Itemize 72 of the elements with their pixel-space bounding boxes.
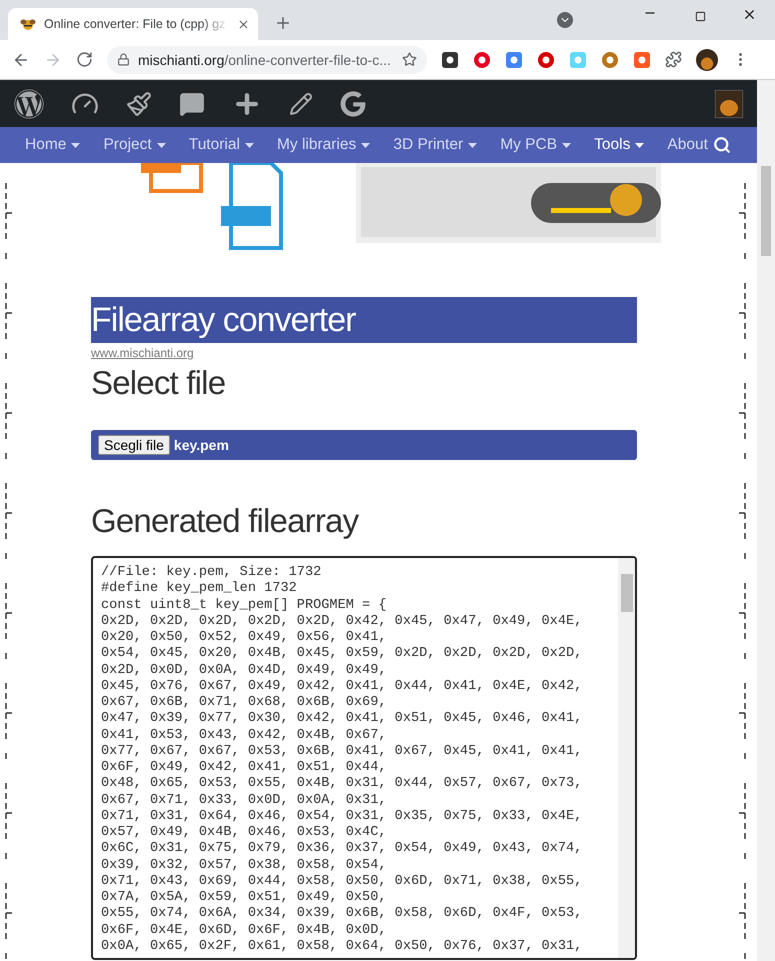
section-heading: Select file	[91, 364, 226, 402]
code-line: 0x57, 0x49, 0x4B, 0x46, 0x53, 0x4C,	[101, 825, 388, 842]
section-heading: Generated filearray	[91, 502, 360, 540]
tab-title: Online converter: File to (cpp) gz	[44, 17, 226, 31]
code-line: 0x48, 0x65, 0x53, 0x55, 0x4B, 0x31, 0x44, 0x57, 0x67, 0x73,	[101, 776, 584, 792]
caret-icon	[361, 142, 370, 148]
caret-icon	[156, 142, 166, 148]
nav-link[interactable]: My PCB	[500, 136, 572, 154]
caret-icon	[71, 142, 80, 148]
code-line: 0x6C, 0x31, 0x75, 0x79, 0x36, 0x37, 0x54, 0x49, 0x43, 0x74,	[101, 841, 584, 858]
page-scrollbar[interactable]	[757, 80, 775, 961]
extensions-icon[interactable]	[665, 51, 682, 68]
address-bar[interactable]: mischianti.org/online-converter-file-to-c...	[107, 46, 427, 74]
code-line: const uint8_t key_pem[] PROGMEM = {	[101, 598, 388, 614]
pencil-icon[interactable]	[289, 92, 313, 116]
nav-link[interactable]: Project	[103, 136, 166, 154]
nav-link[interactable]: Tutorial	[188, 136, 254, 154]
code-line: 0x54, 0x45, 0x20, 0x4B, 0x45, 0x59, 0x2D, 0x2D, 0x2D, 0x2D,	[101, 646, 584, 662]
google-icon[interactable]	[340, 90, 366, 116]
nav-link[interactable]: My libraries	[277, 136, 370, 154]
code-line: 0x39, 0x32, 0x57, 0x38, 0x58, 0x54,	[101, 858, 388, 874]
bee-icon	[20, 17, 36, 31]
nav-link[interactable]: About	[667, 136, 731, 154]
search-icon[interactable]	[712, 136, 731, 154]
nav-link[interactable]: Home	[25, 136, 80, 154]
wordpress-icon[interactable]	[14, 88, 44, 118]
code-line: 0x71, 0x31, 0x64, 0x46, 0x54, 0x31, 0x35, 0x75, 0x33, 0x4E,	[101, 808, 584, 825]
url-text: mischianti.org/online-converter-file-to-c...	[138, 52, 392, 68]
code-line: 0x0A, 0x65, 0x2F, 0x61, 0x58, 0x64, 0x50, 0x76, 0x37, 0x31,	[101, 938, 584, 955]
new-tab-icon[interactable]	[274, 14, 292, 32]
close-icon[interactable]	[237, 18, 250, 30]
caret-icon	[244, 142, 254, 148]
reload-button[interactable]	[76, 51, 93, 68]
caret-icon	[635, 142, 644, 148]
avatar-icon[interactable]	[696, 48, 718, 70]
choose-file-button[interactable]: Scegli file	[98, 435, 170, 455]
code-line: 0x67, 0x6B, 0x71, 0x68, 0x6B, 0x69,	[101, 695, 388, 712]
comment-icon[interactable]	[179, 90, 205, 116]
file-input[interactable]: Scegli file key.pem	[91, 430, 637, 460]
code-textarea[interactable]	[91, 556, 637, 960]
code-line: 0x45, 0x76, 0x67, 0x49, 0x42, 0x41, 0x44, 0x41, 0x4E, 0x42,	[101, 678, 584, 695]
code-line: 0x71, 0x43, 0x69, 0x44, 0x58, 0x50, 0x6D, 0x71, 0x38, 0x55,	[101, 874, 584, 890]
code-line: 0x77, 0x67, 0x67, 0x53, 0x6B, 0x41, 0x67, 0x45, 0x41, 0x41,	[101, 744, 584, 760]
star-icon[interactable]	[402, 52, 417, 67]
caret-icon	[562, 142, 572, 148]
brush-icon[interactable]	[126, 90, 152, 116]
code-line: //File: key.pem, Size: 1732	[101, 565, 322, 581]
extension-icon[interactable]	[441, 50, 459, 68]
browser-tab[interactable]: Online converter: File to (cpp) gz	[8, 8, 258, 40]
code-line: 0x47, 0x39, 0x77, 0x30, 0x42, 0x41, 0x51, 0x45, 0x46, 0x41,	[101, 711, 584, 728]
code-line: 0x7A, 0x5A, 0x59, 0x51, 0x49, 0x50,	[101, 890, 388, 906]
code-line: #define key_pem_len 1732	[101, 581, 298, 598]
nav-link[interactable]: 3D Printer	[393, 136, 478, 154]
lock-icon	[117, 53, 130, 66]
code-line: 0x20, 0x50, 0x52, 0x49, 0x56, 0x41,	[101, 630, 388, 646]
code-line: 0x6F, 0x49, 0x42, 0x41, 0x51, 0x44,	[101, 760, 388, 776]
code-line: 0x41, 0x53, 0x43, 0x42, 0x4B, 0x67,	[101, 728, 388, 744]
file-name: key.pem	[174, 437, 229, 453]
nav-link[interactable]: Tools	[594, 136, 644, 154]
extension-icon[interactable]	[537, 50, 555, 68]
close-icon[interactable]	[742, 7, 757, 22]
maximize-icon[interactable]	[695, 11, 706, 22]
tab-search-icon[interactable]	[557, 12, 573, 28]
page-title: Filearray converter	[91, 297, 637, 343]
site-link[interactable]: www.mischianti.org	[91, 346, 194, 360]
textarea-scrollbar[interactable]	[618, 558, 635, 958]
code-line: 0x2D, 0x0D, 0x0A, 0x4D, 0x49, 0x49,	[101, 662, 388, 679]
code-line: 0x67, 0x71, 0x33, 0x0D, 0x0A, 0x31,	[101, 792, 388, 809]
code-line: 0x55, 0x74, 0x6A, 0x34, 0x39, 0x6B, 0x58, 0x6D, 0x4F, 0x53,	[101, 906, 584, 922]
code-line: 0x2D, 0x2D, 0x2D, 0x2D, 0x2D, 0x42, 0x45, 0x47, 0x49, 0x4E,	[101, 614, 584, 630]
caret-icon	[468, 142, 478, 148]
code-line: 0x6F, 0x4E, 0x6D, 0x6F, 0x4B, 0x0D,	[101, 922, 388, 939]
